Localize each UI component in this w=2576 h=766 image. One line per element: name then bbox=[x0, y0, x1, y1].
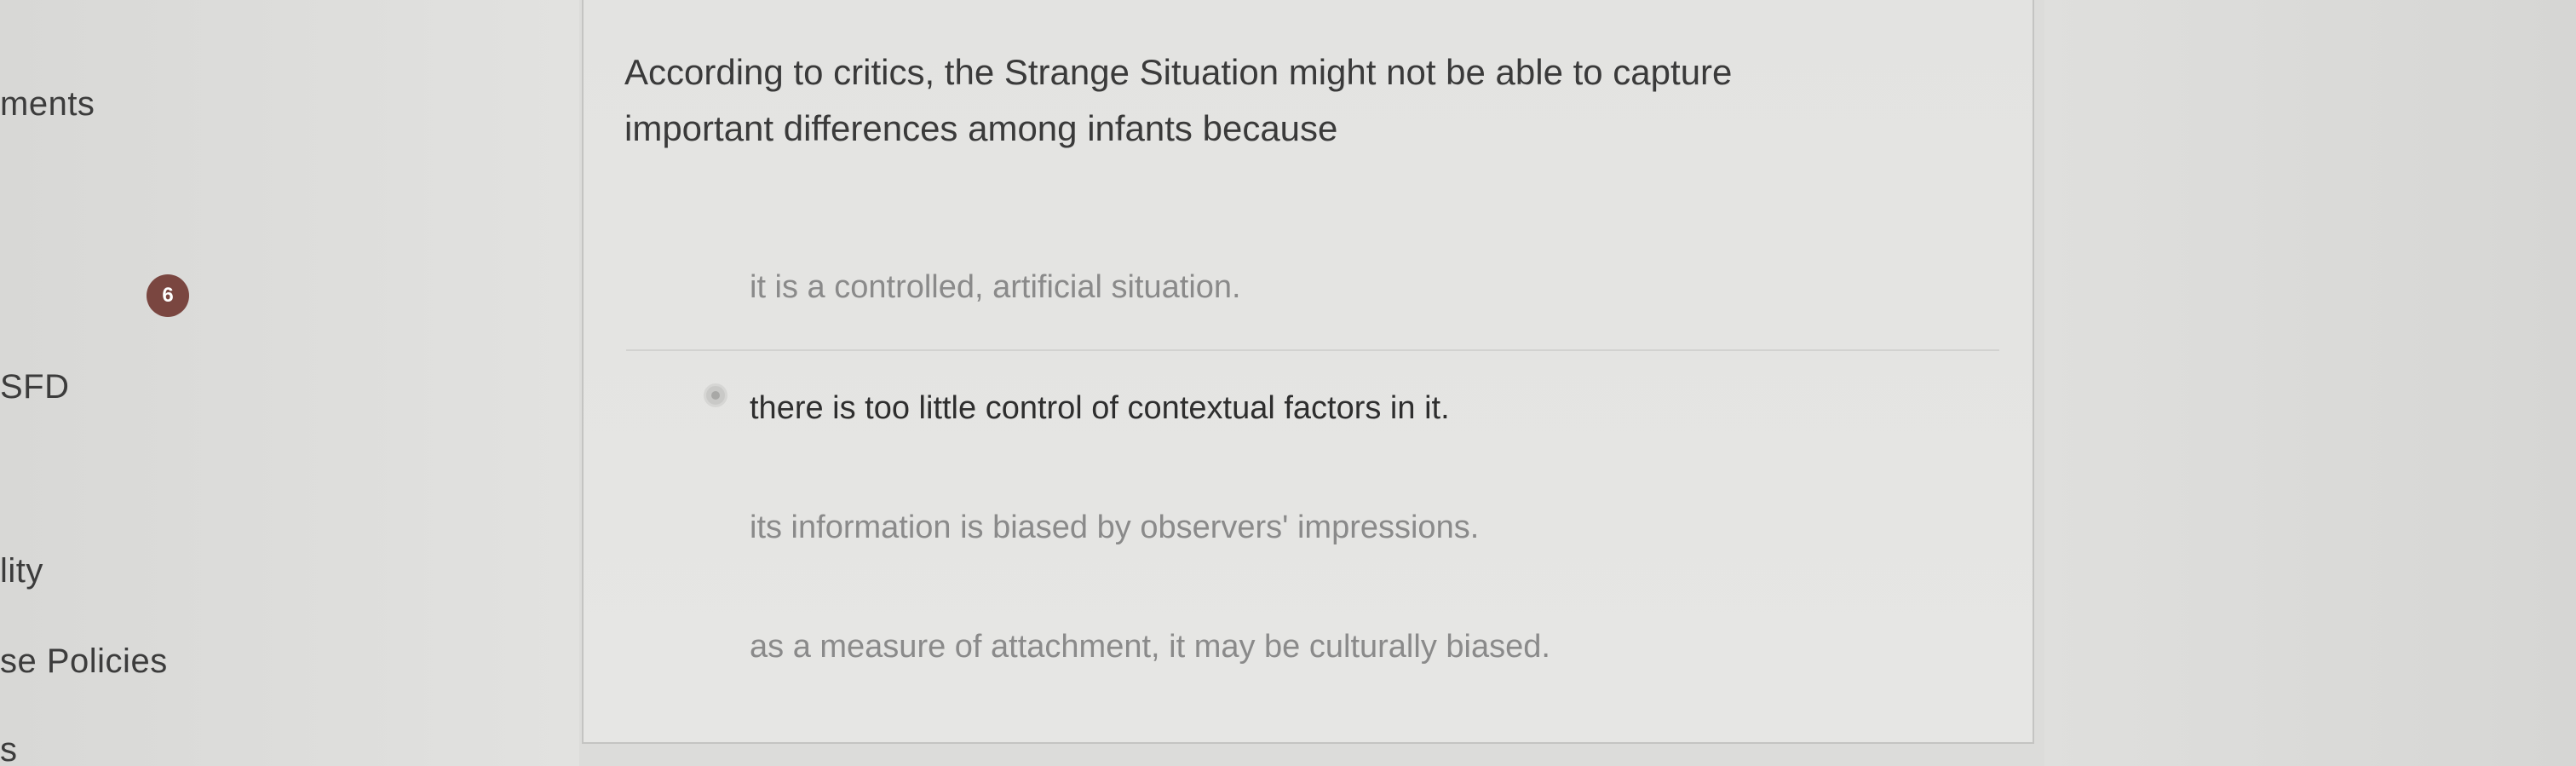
sidebar: ments 6 SFD lity se Policies s bbox=[0, 0, 579, 766]
answer-option-2[interactable]: there is too little control of contextua… bbox=[750, 390, 1450, 427]
question-text: According to critics, the Strange Situat… bbox=[624, 52, 1733, 148]
radio-button-selected[interactable] bbox=[704, 383, 727, 407]
option-divider bbox=[626, 349, 1999, 351]
answer-option-4[interactable]: as a measure of attachment, it may be cu… bbox=[750, 629, 1550, 665]
sidebar-item-assignments[interactable]: ments bbox=[0, 85, 95, 124]
answer-option-3[interactable]: its information is biased by observers' … bbox=[750, 510, 1479, 546]
answer-option-1[interactable]: it is a controlled, artificial situation… bbox=[750, 269, 1241, 306]
notification-badge: 6 bbox=[147, 274, 189, 317]
background-area bbox=[2044, 0, 2576, 766]
sidebar-item-sfd[interactable]: SFD bbox=[0, 368, 70, 406]
sidebar-item-accessibility[interactable]: lity bbox=[0, 552, 43, 590]
sidebar-item-policies[interactable]: se Policies bbox=[0, 642, 168, 681]
sidebar-item-other[interactable]: s bbox=[0, 731, 18, 766]
